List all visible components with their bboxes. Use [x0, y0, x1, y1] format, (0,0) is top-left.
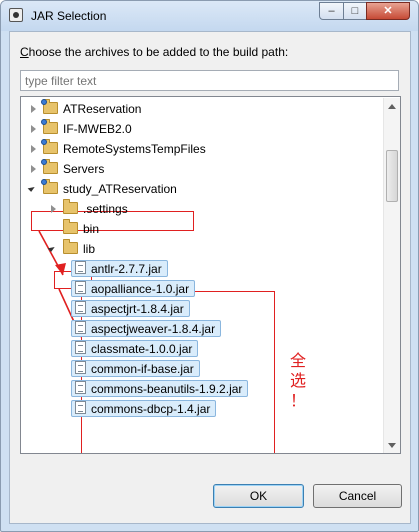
jar-file-label: classmate-1.0.0.jar	[91, 342, 193, 356]
jar-file-label: aopalliance-1.0.jar	[91, 282, 190, 296]
tree-item-label: lib	[83, 242, 96, 256]
tree-item[interactable]: .settings	[49, 199, 371, 219]
jar-list-item[interactable]: aspectjweaver-1.8.4.jar	[69, 319, 371, 339]
mnemonic-letter: C	[20, 45, 29, 59]
project-folder-icon	[41, 159, 58, 174]
tree-item-label: Servers	[63, 162, 105, 176]
jar-file-icon	[75, 281, 86, 294]
collapsed-arrow-icon[interactable]	[31, 125, 36, 133]
window-title: JAR Selection	[31, 9, 107, 23]
cancel-button[interactable]: Cancel	[313, 484, 402, 508]
collapsed-arrow-icon[interactable]	[31, 105, 36, 113]
expanded-arrow-icon[interactable]	[47, 244, 56, 252]
jar-file-label: commons-beanutils-1.9.2.jar	[91, 382, 243, 396]
jar-file-label: aspectjrt-1.8.4.jar	[91, 302, 184, 316]
jar-file-icon	[75, 321, 86, 334]
tree-item[interactable]: IF-MWEB2.0	[29, 119, 371, 139]
tree-item[interactable]: RemoteSystemsTempFiles	[29, 139, 371, 159]
jar-list-item[interactable]: common-if-base.jar	[69, 359, 371, 379]
jar-file-icon	[75, 261, 86, 274]
project-folder-icon	[41, 139, 58, 154]
jar-list-item[interactable]: aspectjrt-1.8.4.jar	[69, 299, 371, 319]
jar-file-icon	[75, 301, 86, 314]
collapsed-arrow-icon[interactable]	[51, 205, 56, 213]
scroll-down-arrow-icon[interactable]	[388, 443, 396, 448]
jar-file-icon	[75, 341, 86, 354]
tree-item-label: .settings	[83, 202, 128, 216]
jar-file-icon	[75, 401, 86, 414]
scroll-up-arrow-icon[interactable]	[388, 104, 396, 109]
jar-list-item[interactable]: aopalliance-1.0.jar	[69, 279, 371, 299]
tree-item-label: study_ATReservation	[63, 182, 177, 196]
dialog-content: Choose the archives to be added to the b…	[9, 31, 411, 524]
tree-item-label: RemoteSystemsTempFiles	[63, 142, 206, 156]
ok-button[interactable]: OK	[213, 484, 304, 508]
jar-file-label: commons-dbcp-1.4.jar	[91, 402, 211, 416]
jar-file-icon	[75, 381, 86, 394]
tree-item[interactable]: Servers	[29, 159, 371, 179]
tree-item[interactable]: bin	[49, 219, 371, 239]
folder-icon	[63, 219, 78, 234]
tree-item-label: IF-MWEB2.0	[63, 122, 132, 136]
vertical-scrollbar[interactable]	[383, 98, 400, 453]
annotation-arrowhead-1	[55, 263, 66, 275]
jar-file-label: common-if-base.jar	[91, 362, 194, 376]
instruction-label: Choose the archives to be added to the b…	[20, 45, 288, 59]
minimize-button[interactable]: –	[319, 2, 344, 20]
expanded-arrow-icon[interactable]	[27, 184, 36, 192]
jar-list-item[interactable]: classmate-1.0.0.jar	[69, 339, 371, 359]
archive-tree[interactable]: 全 选 ！ ATReservation IF-MWEB2.0 RemoteSyste…	[20, 96, 401, 454]
folder-icon	[63, 239, 78, 254]
jar-list-item[interactable]: antlr-2.7.7.jar	[69, 259, 371, 279]
maximize-button[interactable]: □	[343, 2, 367, 20]
tree-item-label: bin	[83, 222, 100, 236]
folder-icon	[63, 199, 78, 214]
jar-list-item[interactable]: commons-beanutils-1.9.2.jar	[69, 379, 371, 399]
close-button[interactable]: ✕	[366, 2, 410, 20]
project-folder-icon	[41, 119, 58, 134]
project-folder-icon	[41, 99, 58, 114]
jar-file-label: aspectjweaver-1.8.4.jar	[91, 322, 216, 336]
jar-list-item[interactable]: commons-dbcp-1.4.jar	[69, 399, 371, 419]
collapsed-arrow-icon[interactable]	[31, 165, 36, 173]
instruction-text: hoose the archives to be added to the bu…	[28, 45, 289, 59]
collapsed-arrow-icon[interactable]	[31, 145, 36, 153]
title-bar[interactable]: JAR Selection – □ ✕	[1, 1, 418, 31]
tree-item[interactable]: ATReservation	[29, 99, 371, 119]
tree-item[interactable]: lib	[47, 239, 371, 259]
project-folder-icon	[41, 179, 58, 194]
tree-item[interactable]: study_ATReservation	[27, 179, 371, 199]
scrollbar-thumb[interactable]	[386, 150, 398, 202]
eclipse-app-icon	[9, 8, 23, 22]
jar-file-icon	[75, 361, 86, 374]
jar-file-label: antlr-2.7.7.jar	[91, 262, 162, 276]
filter-input[interactable]	[20, 70, 399, 91]
tree-item-label: ATReservation	[63, 102, 142, 116]
jar-selection-dialog: JAR Selection – □ ✕ Choose the archives …	[0, 0, 419, 532]
